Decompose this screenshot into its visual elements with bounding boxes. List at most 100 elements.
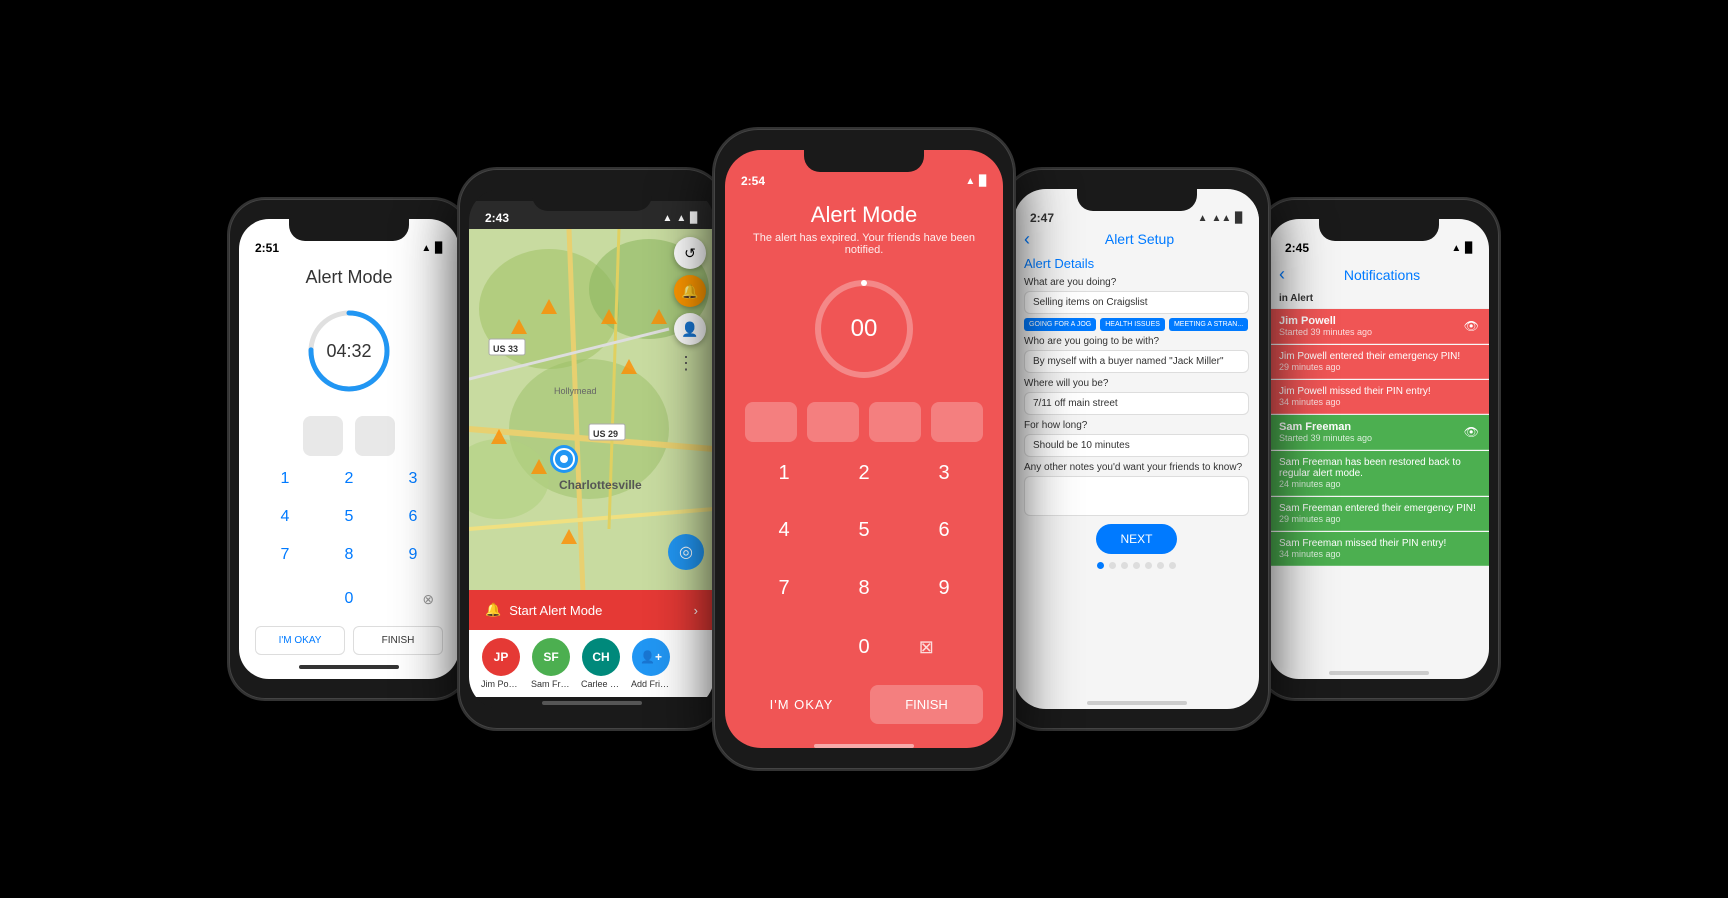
finish-button-3[interactable]: FINISH	[870, 685, 983, 724]
key-r8[interactable]: 8	[825, 567, 903, 622]
start-alert-button[interactable]: 🔔 Start Alert Mode ›	[469, 590, 714, 630]
in-alert-label: in Alert	[1269, 289, 1489, 309]
location-button[interactable]: ◎	[668, 534, 704, 570]
key-7[interactable]: 7	[255, 538, 315, 572]
key-delete-3[interactable]: ⊠	[870, 637, 983, 658]
friend-ch[interactable]: CH Carlee Han...	[581, 638, 621, 689]
key-4[interactable]: 4	[255, 500, 315, 534]
notch-3	[804, 150, 924, 172]
pin-dot-1a	[303, 416, 343, 456]
finish-button-1[interactable]: FINISH	[353, 626, 443, 655]
friend-sf[interactable]: SF Sam Freem...	[531, 638, 571, 689]
notif-name-4: Sam Freeman	[1279, 421, 1372, 433]
notif-item-5[interactable]: Sam Freeman has been restored back to re…	[1269, 451, 1489, 496]
key-r6[interactable]: 6	[905, 509, 983, 564]
key-1[interactable]: 1	[255, 462, 315, 496]
more-menu-btn[interactable]: ⋮	[674, 351, 698, 375]
next-button[interactable]: NEXT	[1096, 524, 1176, 554]
key-delete-1[interactable]: ⊗	[413, 591, 443, 608]
pin-dot-3d	[931, 402, 983, 442]
dot-2	[1109, 562, 1116, 569]
bottom-btns-1: I'M OKAY FINISH	[239, 620, 459, 661]
dots-indicator	[1024, 562, 1249, 569]
okay-button-3[interactable]: I'M OKAY	[745, 685, 858, 724]
okay-button-1[interactable]: I'M OKAY	[255, 626, 345, 655]
key-6[interactable]: 6	[383, 500, 443, 534]
time-2: 2:43	[485, 211, 509, 225]
key-r2[interactable]: 2	[825, 452, 903, 507]
field-label-4: Any other notes you'd want your friends …	[1024, 462, 1249, 473]
dot-5	[1145, 562, 1152, 569]
map-toolbar: ↺ 🔔 👤 ⋮	[674, 237, 706, 375]
person-icon-btn[interactable]: 👤	[674, 313, 706, 345]
eye-icon-4: 👁	[1464, 425, 1479, 439]
friend-add[interactable]: 👤+ Add Friend	[631, 638, 671, 689]
home-indicator-2	[542, 701, 642, 705]
notif-item-3[interactable]: Jim Powell missed their PIN entry! 34 mi…	[1269, 380, 1489, 414]
ch-name: Carlee Han...	[581, 679, 621, 689]
phone-5-screen: 2:45 ▲ ▉ ‹ Notifications in Alert Jim Po…	[1269, 219, 1489, 679]
phone-2-screen: 2:43 ▲ ▲ ▉	[469, 189, 714, 709]
key-r0[interactable]: 0	[858, 626, 869, 669]
where-be-input[interactable]: 7/11 off main street	[1024, 392, 1249, 415]
time-1: 2:51	[255, 241, 279, 255]
pin-dot-3b	[807, 402, 859, 442]
status-icons-2: ▲ ▲ ▉	[662, 213, 698, 224]
who-with-input[interactable]: By myself with a buyer named "Jack Mille…	[1024, 350, 1249, 373]
key-8[interactable]: 8	[319, 538, 379, 572]
what-doing-input[interactable]: Selling items on Craigslist	[1024, 291, 1249, 314]
field-label-3: For how long?	[1024, 420, 1249, 431]
notif-screen-title: Notifications	[1285, 261, 1479, 287]
key-0[interactable]: 0	[345, 582, 354, 616]
phone-4: 2:47 ▲ ▲▲ ▉ ‹ Alert Setup Alert Details …	[1004, 169, 1269, 729]
add-friend-avatar: 👤+	[632, 638, 670, 676]
refresh-icon-btn[interactable]: ↺	[674, 237, 706, 269]
key-zero-row-3: 0 ⊠	[725, 622, 1003, 677]
key-r5[interactable]: 5	[825, 509, 903, 564]
field-label-0: What are you doing?	[1024, 277, 1249, 288]
notif-item-6[interactable]: Sam Freeman entered their emergency PIN!…	[1269, 497, 1489, 531]
key-2[interactable]: 2	[319, 462, 379, 496]
key-r4[interactable]: 4	[745, 509, 823, 564]
how-long-input[interactable]: Should be 10 minutes	[1024, 434, 1249, 457]
key-r3[interactable]: 3	[905, 452, 983, 507]
status-icons-5: ▲ ▉	[1451, 243, 1473, 254]
add-friend-name: Add Friend	[631, 679, 671, 689]
notif-item-2[interactable]: Jim Powell entered their emergency PIN! …	[1269, 345, 1489, 379]
battery-icon-1: ▉	[435, 243, 443, 254]
start-alert-label: Start Alert Mode	[509, 603, 602, 618]
home-indicator-3	[814, 744, 914, 748]
key-r9[interactable]: 9	[905, 567, 983, 622]
circle-timer-3: 00	[809, 274, 919, 384]
friends-bar: JP Jim Powell SF Sam Freem... CH Carlee …	[469, 630, 714, 697]
key-9[interactable]: 9	[383, 538, 443, 572]
notif-item-7[interactable]: Sam Freeman missed their PIN entry! 34 m…	[1269, 532, 1489, 566]
notif-time-1: Started 39 minutes ago	[1279, 327, 1372, 337]
notif-time-6: 29 minutes ago	[1279, 514, 1479, 524]
notif-time-5: 24 minutes ago	[1279, 479, 1479, 489]
time-3: 2:54	[741, 174, 765, 188]
bell-icon-btn[interactable]: 🔔	[674, 275, 706, 307]
key-5[interactable]: 5	[319, 500, 379, 534]
key-3[interactable]: 3	[383, 462, 443, 496]
svg-text:Hollymead: Hollymead	[554, 386, 597, 396]
phone-1-screen: 2:51 ▲ ▉ Alert Mode 04:32	[239, 219, 459, 679]
tag-jog[interactable]: GOING FOR A JOG	[1024, 318, 1096, 331]
notif-name-6: Sam Freeman entered their emergency PIN!	[1279, 503, 1479, 514]
notes-textarea[interactable]	[1024, 476, 1249, 516]
alert-setup-header: ‹ Alert Setup	[1014, 229, 1259, 256]
home-indicator-4	[1087, 701, 1187, 705]
phone-4-screen: 2:47 ▲ ▲▲ ▉ ‹ Alert Setup Alert Details …	[1014, 189, 1259, 709]
svg-text:Charlottesville: Charlottesville	[559, 478, 642, 492]
status-icons-3: ▲ ▉	[965, 174, 987, 188]
key-r1[interactable]: 1	[745, 452, 823, 507]
tag-stranger[interactable]: MEETING A STRAN...	[1169, 318, 1248, 331]
notif-item-1[interactable]: Jim Powell Started 39 minutes ago 👁	[1269, 309, 1489, 344]
tag-health[interactable]: HEALTH ISSUES	[1100, 318, 1165, 331]
phone-3: 2:54 ▲ ▉ Alert Mode The alert has expire…	[714, 129, 1014, 769]
key-r7[interactable]: 7	[745, 567, 823, 622]
map-area: Charlottesville US 33 US 29 Hollymead	[469, 229, 714, 590]
notif-item-4[interactable]: Sam Freeman Started 39 minutes ago 👁	[1269, 415, 1489, 450]
friend-jp[interactable]: JP Jim Powell	[481, 638, 521, 689]
wifi-icon-2: ▲	[662, 213, 672, 224]
